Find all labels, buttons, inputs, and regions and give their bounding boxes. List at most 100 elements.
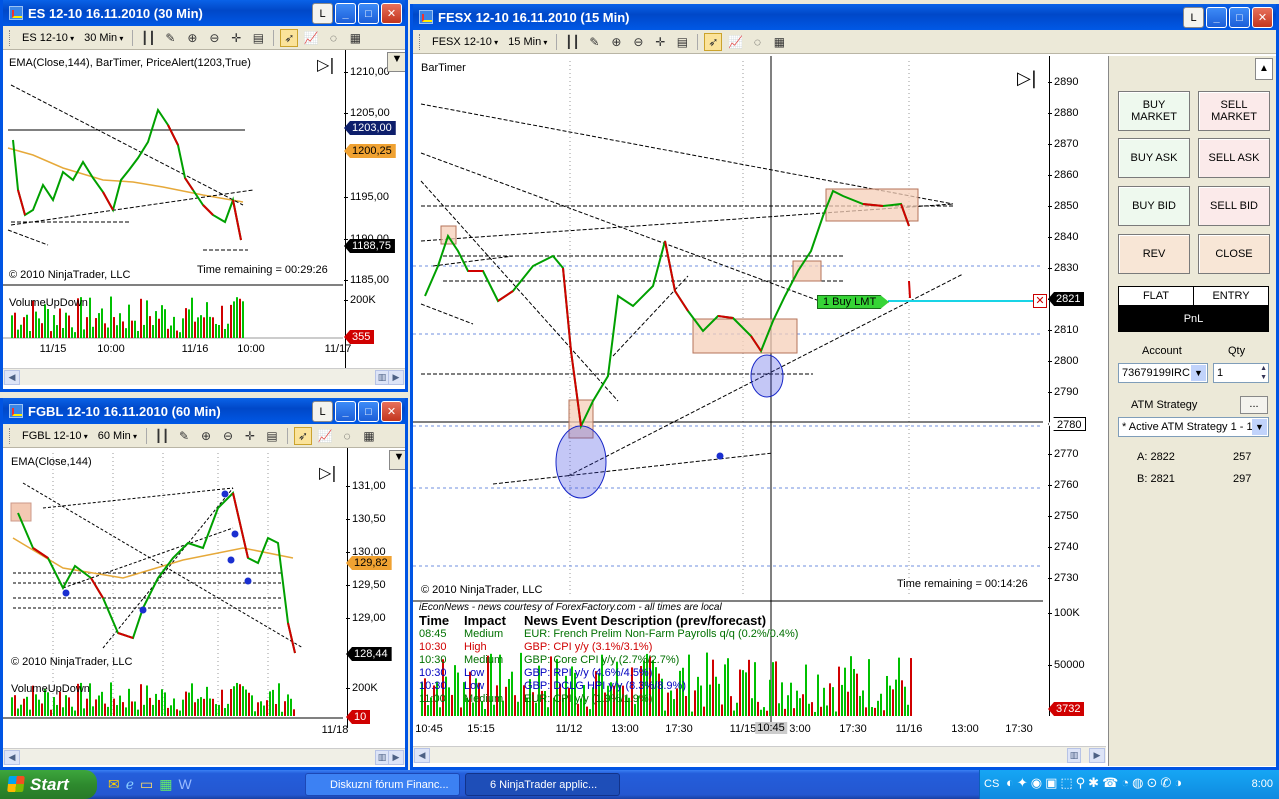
news-col-time: Time: [419, 613, 450, 628]
clock: 8:00: [1251, 778, 1273, 790]
properties-icon[interactable]: ▤: [263, 427, 281, 445]
explorer-icon[interactable]: ▭: [140, 776, 153, 793]
taskbar-item-ninjatrader[interactable]: 6 NinjaTrader applic...: [465, 773, 620, 796]
drawing-pencil-icon[interactable]: ✎: [161, 29, 179, 47]
fesx-horizontal-scrollbar[interactable]: ◀ ▥ ▶: [413, 746, 1106, 763]
excel-icon[interactable]: ▦: [159, 776, 172, 793]
sell-market-button[interactable]: SELL MARKET: [1198, 91, 1270, 131]
instrument-select[interactable]: ES 12-10: [19, 31, 77, 45]
zoom-in-icon[interactable]: ⊕: [607, 33, 625, 51]
zoom-in-icon[interactable]: ⊕: [183, 29, 201, 47]
close-button[interactable]: ✕: [381, 401, 402, 422]
svg-text:▷|: ▷|: [317, 55, 335, 74]
data-box-icon[interactable]: ▦: [346, 29, 364, 47]
zoom-out-icon[interactable]: ⊖: [205, 29, 223, 47]
news-row: 10:30 Medium GBP: Core CPI y/y (2.7%/2.7%): [419, 654, 680, 666]
atm-strategy-select[interactable]: * Active ATM Strategy 1 - 1 ▼: [1118, 417, 1269, 437]
quantity-stepper[interactable]: 1 ▲ ▼: [1213, 363, 1269, 383]
volume-flag: 10: [346, 710, 371, 724]
bar-style-icon[interactable]: ┃┃: [139, 29, 157, 47]
close-button[interactable]: ✕: [381, 3, 402, 24]
zoom-in-icon[interactable]: ⊕: [197, 427, 215, 445]
data-box-icon[interactable]: ▦: [360, 427, 378, 445]
crosshair-icon[interactable]: ✛: [651, 33, 669, 51]
fgbl-horizontal-scrollbar[interactable]: ◀ ▥ ▶: [3, 748, 405, 765]
es-title-bar[interactable]: ES 12-10 16.11.2010 (30 Min) L _ □ ✕: [3, 0, 405, 26]
taskbar-item-browser[interactable]: Diskuzní fórum Financ...: [305, 773, 460, 796]
indicators-icon[interactable]: 📈: [726, 33, 744, 51]
bar-style-icon[interactable]: ┃┃: [563, 33, 581, 51]
es-toolbar: ES 12-10 30 Min ┃┃✎⊕⊖✛▤ ➶📈◌▦: [3, 26, 405, 50]
sell-ask-button[interactable]: SELL ASK: [1198, 138, 1270, 178]
maximize-button[interactable]: □: [358, 401, 379, 422]
svg-text:▷|: ▷|: [319, 463, 337, 482]
chart-trader-icon[interactable]: ➶: [280, 28, 299, 47]
strategies-icon[interactable]: ◌: [748, 33, 766, 51]
fgbl-title-bar[interactable]: FGBL 12-10 16.11.2010 (60 Min) L _ □ ✕: [3, 398, 405, 424]
link-button[interactable]: L: [1183, 7, 1204, 28]
buy-ask-button[interactable]: BUY ASK: [1118, 138, 1190, 178]
es-time-axis: 11/15 10:00 11/16 10:00 11/17: [39, 343, 352, 355]
close-button[interactable]: ✕: [1252, 7, 1273, 28]
cancel-order-icon[interactable]: ✕: [1033, 294, 1047, 308]
es-scroll-menu-button[interactable]: ▼: [387, 52, 405, 72]
fesx-toolbar: FESX 12-10 15 Min ┃┃✎⊕⊖✛▤ ➶📈◌▦: [413, 30, 1276, 54]
interval-select[interactable]: 60 Min: [95, 429, 140, 443]
maximize-button[interactable]: □: [358, 3, 379, 24]
es-price-axis: 1210,00 1205,00 1195,00 1190,00 1185,00 …: [344, 50, 405, 370]
strategies-icon[interactable]: ◌: [324, 29, 342, 47]
drawing-pencil-icon[interactable]: ✎: [585, 33, 603, 51]
chart-trader-icon[interactable]: ➶: [294, 426, 313, 445]
outlook-icon[interactable]: ✉: [108, 776, 120, 793]
price-alert-flag: 1203,00: [344, 121, 396, 135]
drawing-pencil-icon[interactable]: ✎: [175, 427, 193, 445]
indicators-icon[interactable]: 📈: [302, 29, 320, 47]
buy-market-button[interactable]: BUY MARKET: [1118, 91, 1190, 131]
link-button[interactable]: L: [312, 3, 333, 24]
fgbl-scroll-menu-button[interactable]: ▼: [389, 450, 405, 470]
account-select[interactable]: 73679199IRC ▼: [1118, 363, 1208, 383]
buy-limit-order-marker[interactable]: 1 Buy LMT: [817, 295, 889, 309]
zoom-out-icon[interactable]: ⊖: [219, 427, 237, 445]
language-indicator[interactable]: CS: [984, 778, 999, 790]
data-box-icon[interactable]: ▦: [770, 33, 788, 51]
ie-icon[interactable]: ℯ: [126, 776, 134, 793]
tray-icons[interactable]: ◐✦◉▣⬚⚲✱☎◔◍⊙✆◑: [1006, 775, 1185, 791]
properties-icon[interactable]: ▤: [673, 33, 691, 51]
instrument-select[interactable]: FGBL 12-10: [19, 429, 91, 443]
zoom-out-icon[interactable]: ⊖: [629, 33, 647, 51]
es-chart-window: ES 12-10 16.11.2010 (30 Min) L _ □ ✕ ES 12-…: [0, 0, 408, 392]
strategies-icon[interactable]: ◌: [338, 427, 356, 445]
chart-trader-icon[interactable]: ➶: [704, 32, 723, 51]
reverse-button[interactable]: REV: [1118, 234, 1190, 274]
minimize-button[interactable]: _: [335, 401, 356, 422]
panel-scroll-up-icon[interactable]: ▲: [1255, 58, 1273, 80]
maximize-button[interactable]: □: [1229, 7, 1250, 28]
news-row: 08:45 Medium EUR: French Prelim Non-Farm P…: [419, 628, 799, 640]
crosshair-icon[interactable]: ✛: [241, 427, 259, 445]
es-volume-label: VolumeUpDown: [9, 297, 88, 309]
interval-select[interactable]: 15 Min: [505, 35, 550, 49]
sell-bid-button[interactable]: SELL BID: [1198, 186, 1270, 226]
fesx-title-bar[interactable]: FESX 12-10 16.11.2010 (15 Min) L _ □ ✕: [413, 4, 1276, 30]
interval-select[interactable]: 30 Min: [81, 31, 126, 45]
link-button[interactable]: L: [312, 401, 333, 422]
minimize-button[interactable]: _: [1206, 7, 1227, 28]
ask-size-label: 257: [1233, 451, 1252, 463]
word-icon[interactable]: W: [179, 776, 192, 793]
chart-trader-panel: ▲ BUY MARKET SELL MARKET BUY ASK SELL ASK …: [1108, 56, 1276, 766]
crosshair-icon[interactable]: ✛: [227, 29, 245, 47]
start-button[interactable]: Start: [0, 770, 97, 799]
fgbl-price-axis: 131,00 130,50 130,00 129,50 129,00 129,8…: [346, 448, 405, 728]
fgbl-price-chart[interactable]: ▷|: [3, 448, 343, 748]
bar-style-icon[interactable]: ┃┃: [153, 427, 171, 445]
atm-strategy-edit-button[interactable]: ...: [1240, 396, 1268, 414]
es-price-chart[interactable]: ▷|: [3, 50, 343, 370]
es-horizontal-scrollbar[interactable]: ◀ ▥ ▶: [3, 368, 405, 385]
instrument-select[interactable]: FESX 12-10: [429, 35, 501, 49]
minimize-button[interactable]: _: [335, 3, 356, 24]
close-position-button[interactable]: CLOSE: [1198, 234, 1270, 274]
indicators-icon[interactable]: 📈: [316, 427, 334, 445]
buy-bid-button[interactable]: BUY BID: [1118, 186, 1190, 226]
properties-icon[interactable]: ▤: [249, 29, 267, 47]
